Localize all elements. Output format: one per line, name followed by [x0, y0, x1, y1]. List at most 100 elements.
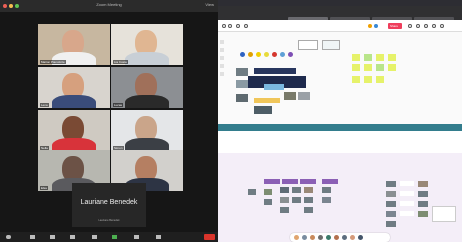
comment-icon[interactable]	[424, 24, 428, 28]
sticky-note[interactable]	[352, 54, 360, 61]
tag-label[interactable]	[282, 179, 298, 184]
sticky-note[interactable]	[376, 64, 384, 71]
sticky-note[interactable]	[388, 64, 396, 71]
participant-tile[interactable]: Lena	[38, 67, 110, 108]
board-canvas-gap[interactable]	[218, 131, 462, 153]
frame-preview[interactable]	[322, 40, 340, 50]
avatar[interactable]	[334, 235, 339, 240]
avatar[interactable]	[368, 24, 372, 28]
text-card[interactable]	[400, 181, 414, 186]
timer-icon[interactable]	[416, 24, 420, 28]
avatar[interactable]	[358, 235, 363, 240]
participant-tile[interactable]: Simon	[111, 110, 183, 151]
active-speaker-tile[interactable]: Lauriane Benedek Lauriane Benedek	[72, 183, 146, 227]
tag-label[interactable]	[264, 179, 280, 184]
shape-tool-icon[interactable]	[220, 64, 224, 68]
image-card[interactable]	[236, 94, 248, 102]
shape[interactable]	[264, 52, 269, 57]
sticky-note[interactable]	[352, 76, 360, 83]
shape[interactable]	[240, 52, 245, 57]
participant-tile[interactable]: Nella	[38, 110, 110, 151]
share-screen-icon[interactable]	[112, 235, 117, 239]
minimap[interactable]	[432, 206, 456, 222]
image-card[interactable]	[418, 211, 428, 217]
pen-tool-icon[interactable]	[220, 72, 224, 76]
avatar[interactable]	[374, 24, 378, 28]
shape[interactable]	[280, 52, 285, 57]
sticky-note[interactable]	[376, 54, 384, 61]
chat-icon[interactable]	[92, 235, 97, 239]
end-meeting-button[interactable]	[204, 234, 215, 240]
image-card[interactable]	[418, 201, 428, 207]
text-card[interactable]	[400, 211, 414, 216]
image-card[interactable]	[418, 191, 428, 197]
record-icon[interactable]	[134, 235, 139, 239]
sticky-note[interactable]	[364, 54, 372, 61]
image-card[interactable]	[284, 92, 296, 100]
image-card[interactable]	[280, 187, 289, 193]
image-card[interactable]	[386, 211, 396, 217]
security-icon[interactable]	[50, 235, 55, 239]
image-card[interactable]	[236, 68, 248, 76]
image-card[interactable]	[386, 221, 396, 227]
image-card[interactable]	[292, 197, 301, 203]
shape[interactable]	[248, 52, 253, 57]
image-card[interactable]	[304, 207, 313, 213]
participant-tile[interactable]: Marion Pianoforte	[38, 24, 110, 65]
avatar[interactable]	[342, 235, 347, 240]
participant-tile[interactable]: Lucas	[111, 67, 183, 108]
diagram-block[interactable]	[264, 84, 284, 90]
image-card[interactable]	[304, 197, 313, 203]
image-card[interactable]	[298, 92, 310, 100]
microphone-icon[interactable]	[6, 235, 11, 239]
image-card[interactable]	[280, 207, 289, 213]
avatar[interactable]	[302, 235, 307, 240]
avatar[interactable]	[350, 235, 355, 240]
image-card[interactable]	[304, 187, 313, 193]
image-card[interactable]	[264, 199, 272, 205]
shape[interactable]	[272, 52, 277, 57]
avatar[interactable]	[326, 235, 331, 240]
image-card[interactable]	[254, 106, 272, 114]
board-menu-icon[interactable]	[222, 24, 226, 28]
avatar[interactable]	[310, 235, 315, 240]
image-card[interactable]	[264, 189, 272, 195]
sticky-note[interactable]	[352, 64, 360, 71]
search-icon[interactable]	[244, 24, 248, 28]
image-card[interactable]	[322, 187, 331, 193]
more-icon[interactable]	[440, 24, 444, 28]
reactions-icon[interactable]	[156, 235, 161, 239]
avatar[interactable]	[318, 235, 323, 240]
select-tool-icon[interactable]	[220, 40, 224, 44]
image-card[interactable]	[322, 197, 331, 203]
image-card[interactable]	[236, 80, 248, 88]
shape[interactable]	[256, 52, 261, 57]
image-card[interactable]	[248, 189, 256, 195]
sticky-note[interactable]	[376, 76, 384, 83]
shape[interactable]	[288, 52, 293, 57]
settings-icon[interactable]	[236, 24, 240, 28]
video-icon[interactable]	[30, 235, 35, 239]
board-canvas-lower[interactable]	[218, 153, 462, 242]
text-card[interactable]	[400, 201, 414, 206]
image-card[interactable]	[386, 191, 396, 197]
image-card[interactable]	[386, 181, 396, 187]
tag-label[interactable]	[322, 179, 338, 184]
image-card[interactable]	[280, 197, 289, 203]
reactions-icon[interactable]	[408, 24, 412, 28]
image-card[interactable]	[418, 181, 428, 187]
view-button[interactable]: View	[205, 2, 214, 7]
participant-tile[interactable]: Lia Costa	[111, 24, 183, 65]
undo-icon[interactable]	[228, 24, 232, 28]
participants-icon[interactable]	[70, 235, 75, 239]
board-canvas-top[interactable]	[218, 32, 462, 124]
sticky-note[interactable]	[364, 76, 372, 83]
sticky-note[interactable]	[364, 64, 372, 71]
image-card[interactable]	[386, 201, 396, 207]
diagram-block[interactable]	[254, 68, 296, 74]
sticky-note[interactable]	[388, 54, 396, 61]
text-card[interactable]	[400, 191, 414, 196]
image-card[interactable]	[292, 187, 301, 193]
text-tool-icon[interactable]	[220, 56, 224, 60]
filter-icon[interactable]	[432, 24, 436, 28]
